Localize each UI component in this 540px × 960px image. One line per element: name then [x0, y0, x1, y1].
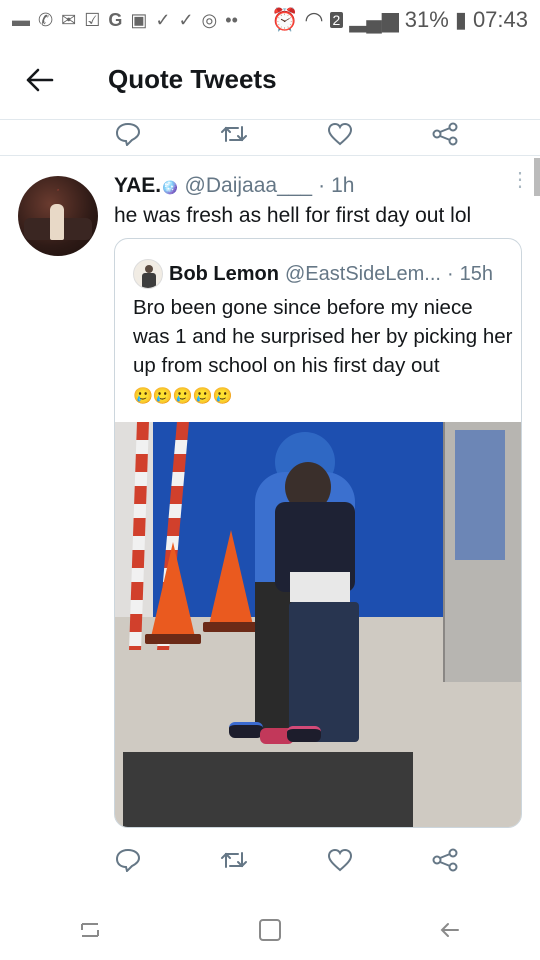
tweet-actions: [0, 838, 540, 882]
missed-call-icon: ✆: [38, 9, 54, 30]
gallery-icon: ▣: [130, 9, 148, 30]
signal-icon: ▂▄▆: [349, 7, 399, 32]
wifi-icon: ◠: [304, 7, 324, 32]
name-emoji: 🪩: [161, 179, 179, 195]
quoted-timestamp[interactable]: 15h: [460, 263, 493, 286]
google-icon: G: [108, 9, 123, 30]
like-icon[interactable]: [320, 114, 360, 154]
like-icon[interactable]: [320, 840, 360, 880]
recent-apps-icon: [81, 923, 99, 937]
back-button[interactable]: [0, 40, 80, 120]
reply-icon[interactable]: [108, 114, 148, 154]
scrollbar-thumb[interactable]: [534, 158, 540, 196]
mail-icon: ✉: [61, 9, 77, 30]
alarm-icon: ⏰: [270, 7, 299, 32]
separator: ·: [318, 174, 326, 197]
user-handle[interactable]: @Daijaaa___: [185, 174, 313, 198]
back-icon: [440, 923, 459, 937]
home-button[interactable]: [240, 905, 300, 955]
camera-icon: ◎: [201, 9, 218, 30]
quoted-avatar[interactable]: [133, 259, 163, 289]
quoted-display-name[interactable]: Bob Lemon: [169, 263, 279, 286]
chat-icon: ▬: [12, 9, 30, 30]
status-bar: ▬ ✆ ✉ ☑ G ▣ ✓ ✓ ◎ •• ⏰ ◠ 2 ▂▄▆ 31% ▮ 07:…: [0, 0, 540, 40]
recent-apps-button[interactable]: [60, 905, 120, 955]
battery-icon: ▮: [454, 7, 467, 32]
reply-icon[interactable]: [108, 840, 148, 880]
previous-tweet-actions: [0, 112, 540, 156]
retweet-icon[interactable]: [214, 114, 254, 154]
display-name[interactable]: YAE.🪩: [114, 174, 179, 198]
share-icon[interactable]: [425, 840, 465, 880]
page-title: Quote Tweets: [108, 64, 277, 94]
notification-icons: ▬ ✆ ✉ ☑ G ▣ ✓ ✓ ◎ ••: [12, 10, 238, 31]
quoted-text: Bro been gone since before my niece was …: [133, 296, 513, 405]
quoted-emoji: 🥲🥲🥲🥲🥲: [133, 388, 233, 405]
retweet-icon[interactable]: [214, 840, 254, 880]
tweet-text: he was fresh as hell for first day out l…: [114, 204, 472, 227]
download-done-icon: ✓: [155, 9, 171, 30]
download-done-icon-2: ✓: [178, 9, 194, 30]
sim-badge: 2: [329, 12, 344, 28]
timestamp[interactable]: 1h: [331, 174, 354, 198]
arrow-left-icon: [26, 68, 54, 91]
system-back-button[interactable]: [420, 905, 480, 955]
quoted-separator: ·: [446, 262, 454, 285]
avatar[interactable]: ·: [18, 176, 98, 256]
tweet-header: YAE.🪩 @Daijaaa___ · 1h: [114, 174, 354, 198]
quoted-tweet-header: Bob Lemon @EastSideLem... · 15h: [133, 259, 493, 289]
quoted-tweet[interactable]: Bob Lemon @EastSideLem... · 15h Bro been…: [114, 238, 522, 828]
share-icon[interactable]: [425, 114, 465, 154]
quoted-media-image[interactable]: [115, 422, 521, 827]
more-options-icon[interactable]: ⋮: [510, 170, 530, 190]
battery-percent: 31%: [404, 7, 449, 32]
quoted-handle[interactable]: @EastSideLem...: [285, 263, 441, 286]
more-notifications-icon: ••: [225, 9, 238, 30]
system-nav-bar: [0, 900, 540, 960]
app-header: Quote Tweets: [0, 40, 540, 120]
checkbox-icon: ☑: [84, 9, 101, 30]
home-icon: [259, 919, 281, 941]
clock: 07:43: [472, 7, 528, 32]
